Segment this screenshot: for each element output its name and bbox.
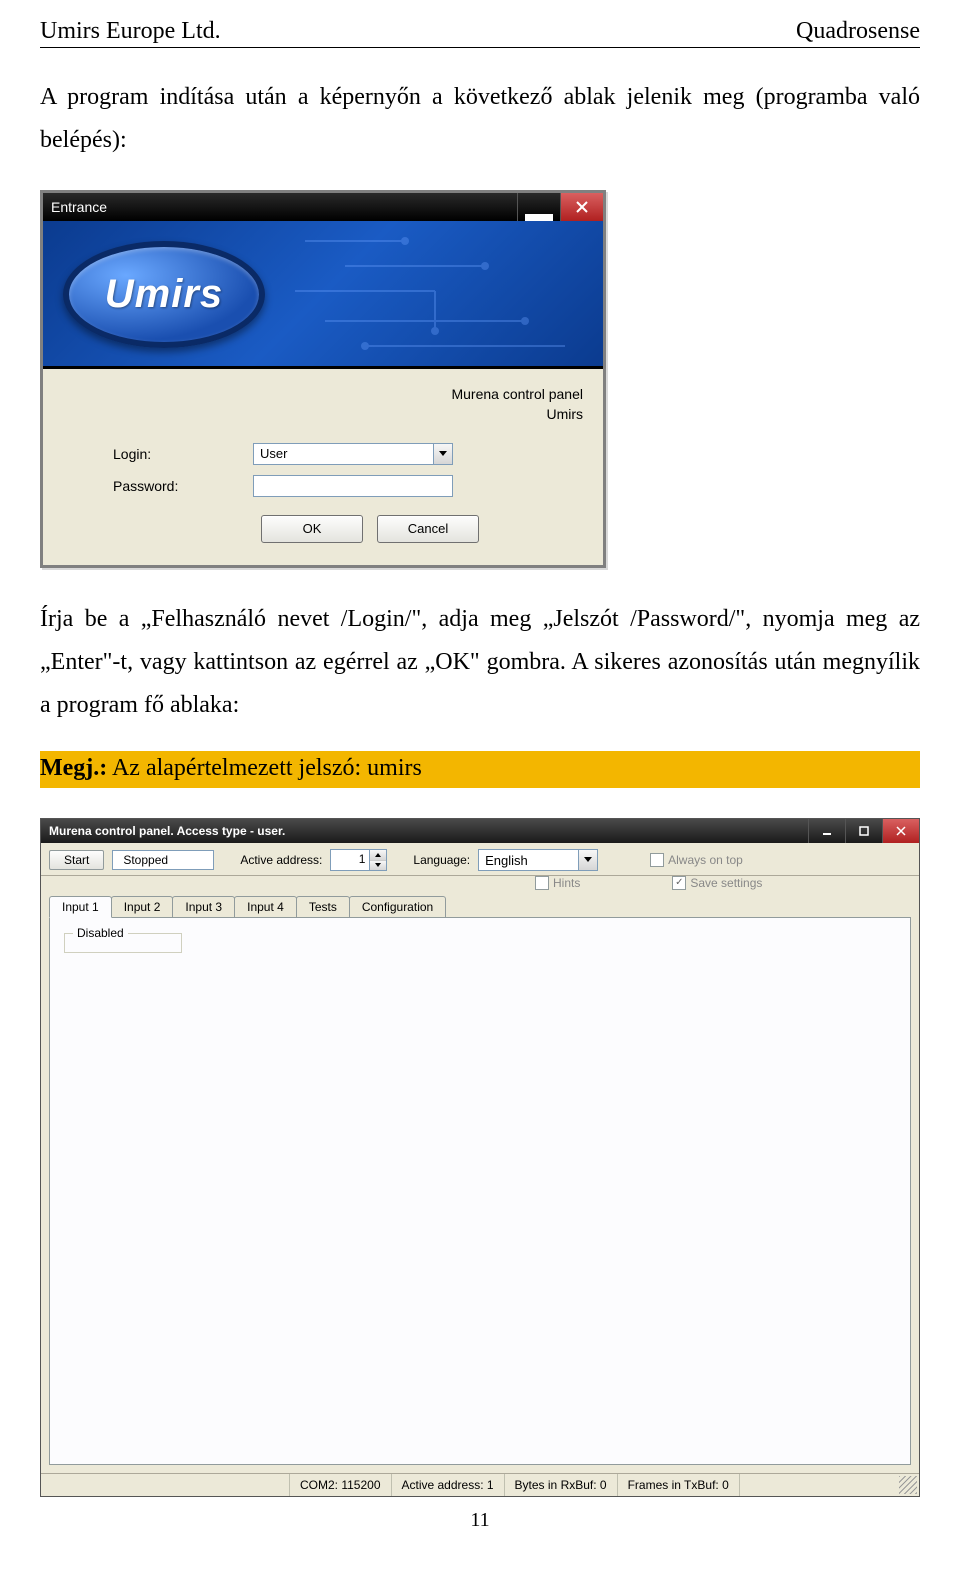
spinner-down-icon[interactable] [370,861,386,871]
main-titlebar[interactable]: Murena control panel. Access type - user… [41,819,919,843]
tab-input-2[interactable]: Input 2 [111,896,174,917]
main-window: Murena control panel. Access type - user… [40,818,920,1497]
main-window-title: Murena control panel. Access type - user… [49,824,285,838]
entrance-banner: Umirs [43,221,603,369]
instructions-paragraph: Írja be a „Felhasználó nevet /Login/", a… [40,598,920,728]
language-dropdown-icon[interactable] [578,850,597,870]
tab-tests[interactable]: Tests [296,896,350,917]
toolbar: Start Stopped Active address: 1 Language… [41,843,919,876]
header-left: Umirs Europe Ltd. [40,18,221,45]
intro-paragraph: A program indítása után a képernyőn a kö… [40,76,920,162]
hints-checkbox[interactable]: Hints [535,876,580,890]
active-address-label: Active address: [240,853,322,867]
statusbar: COM2: 115200 Active address: 1 Bytes in … [41,1473,919,1496]
header-right: Quadrosense [796,18,920,45]
resize-grip-icon[interactable] [899,1476,917,1494]
main-minimize-button[interactable] [808,819,845,843]
close-button[interactable] [560,193,603,221]
disabled-group: Disabled [64,926,182,953]
tab-input-3[interactable]: Input 3 [172,896,235,917]
spinner-up-icon[interactable] [370,850,386,861]
note-text: Az alapértelmezett jelszó: umirs [107,755,422,781]
app-title-line1: Murena control panel [63,385,583,405]
ok-button[interactable]: OK [261,515,363,543]
tab-strip: Input 1 Input 2 Input 3 Input 4 Tests Co… [41,894,919,917]
login-combobox[interactable]: User [253,443,453,465]
note-highlight: Megj.: Az alapértelmezett jelszó: umirs [40,751,920,788]
language-combobox[interactable]: English [478,849,598,871]
active-address-value: 1 [331,850,369,870]
login-value: User [260,446,287,461]
circuit-decoration [267,221,603,366]
entrance-titlebar[interactable]: Entrance [43,193,603,221]
umirs-logo: Umirs [63,241,265,348]
cancel-button[interactable]: Cancel [377,515,479,543]
tab-configuration[interactable]: Configuration [349,896,446,917]
main-close-button[interactable] [882,819,919,843]
language-label: Language: [413,853,470,867]
status-com: COM2: 115200 [290,1474,392,1496]
run-status: Stopped [112,850,214,870]
note-bold: Megj.: [40,755,107,781]
combobox-dropdown-icon[interactable] [433,444,452,464]
language-value: English [485,853,528,868]
login-label: Login: [63,446,253,462]
entrance-window: Entrance Umirs [40,190,606,567]
logo-text: Umirs [105,272,223,317]
app-title-line2: Umirs [63,405,583,425]
active-address-spinner[interactable]: 1 [330,849,387,871]
tab-input-4[interactable]: Input 4 [234,896,297,917]
start-button[interactable]: Start [49,850,104,870]
page-number: 11 [40,1509,920,1532]
app-titles: Murena control panel Umirs [63,385,583,424]
tab-input-1[interactable]: Input 1 [49,896,112,918]
minimize-button[interactable] [517,193,560,221]
page-header: Umirs Europe Ltd. Quadrosense [40,18,920,48]
status-address: Active address: 1 [392,1474,505,1496]
save-settings-checkbox[interactable]: Save settings [672,876,762,890]
disabled-label: Disabled [73,926,128,940]
entrance-window-title: Entrance [51,199,107,215]
password-field[interactable] [253,475,453,497]
always-on-top-checkbox[interactable]: Always on top [650,853,743,867]
tab-content: Disabled [49,917,911,1465]
status-txbuf: Frames in TxBuf: 0 [618,1474,740,1496]
password-label: Password: [63,478,253,494]
main-maximize-button[interactable] [845,819,882,843]
status-rxbuf: Bytes in RxBuf: 0 [505,1474,618,1496]
